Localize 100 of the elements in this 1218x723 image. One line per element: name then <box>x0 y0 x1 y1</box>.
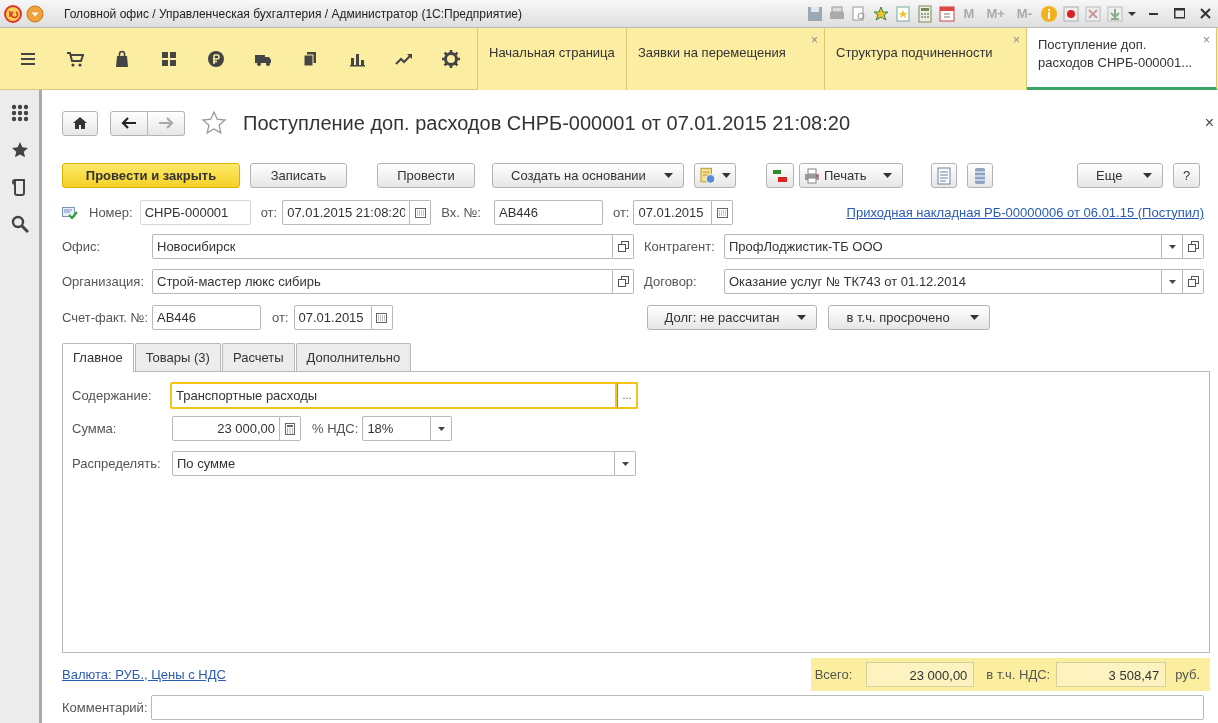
favorite-button[interactable] <box>201 110 227 136</box>
field-label: от: <box>260 203 278 222</box>
star-icon <box>201 110 227 136</box>
record-icon <box>1062 4 1080 23</box>
minimize-icon <box>1148 12 1158 15</box>
close-button[interactable]: × <box>1203 34 1210 46</box>
form-tab[interactable]: Дополнительно <box>295 343 412 371</box>
page-tab[interactable]: Начальная страница <box>478 28 627 90</box>
preview-icon <box>849 4 868 23</box>
field-label: Контрагент: <box>644 237 716 256</box>
open-window-icon <box>617 241 629 252</box>
window-title: Головной офис / Управленческая бухгалтерия / Администратор (1С:Предприятие) <box>64 5 523 23</box>
calendar-button[interactable] <box>410 200 432 225</box>
search-icon <box>10 214 29 233</box>
input-field[interactable]: Транспортные расходы <box>170 382 617 409</box>
choice-button[interactable]: ... <box>617 382 638 409</box>
open-button[interactable] <box>613 269 634 294</box>
save-icon <box>805 4 824 23</box>
grid-icon <box>159 50 178 68</box>
accounting-entries-button[interactable] <box>766 163 794 188</box>
form-tab[interactable]: Главное <box>62 343 134 372</box>
dropdown-button[interactable] <box>431 416 453 441</box>
input-field[interactable]: ПрофЛоджистик-ТБ ООО <box>724 234 1162 259</box>
bookmark-icon <box>893 4 912 23</box>
input-field[interactable]: 23 000,00 <box>172 416 280 441</box>
caret-icon <box>26 4 44 23</box>
forward-arrow-icon <box>158 115 174 131</box>
form-tab[interactable]: Товары (3) <box>134 343 221 371</box>
caret-icon <box>437 426 445 431</box>
dropdown-button[interactable] <box>615 451 636 476</box>
input-field[interactable]: АВ446 <box>152 305 261 330</box>
maximize-icon <box>1173 8 1185 19</box>
stack-icon <box>972 166 988 185</box>
caret-icon <box>621 461 629 466</box>
field-label: Вх. №: <box>441 203 481 222</box>
caret-icon <box>664 172 673 179</box>
caret-icon <box>1168 279 1176 284</box>
home-icon <box>72 115 88 131</box>
toolbar-button[interactable]: Записать <box>250 163 347 188</box>
field-label: от: <box>612 203 630 222</box>
field-label: Организация: <box>62 272 146 291</box>
input-field[interactable]: 07.01.2015 <box>293 305 372 330</box>
field-label: Договор: <box>644 272 698 291</box>
input-field[interactable]: Новосибирск <box>152 234 613 259</box>
calendar-icon <box>717 207 728 218</box>
input-field[interactable]: По сумме <box>172 451 615 476</box>
open-button[interactable] <box>1183 234 1204 259</box>
input-field[interactable]: АВ446 <box>493 200 603 225</box>
form-title: Поступление доп. расходов СНРБ-000001 от 07.01.2015 21:08:20 <box>243 111 852 136</box>
print-button[interactable]: Печать <box>799 163 903 188</box>
field-label: Комментарий: <box>62 698 149 717</box>
home-button[interactable] <box>62 110 98 136</box>
coin-icon <box>206 50 225 68</box>
page-tab[interactable]: Структура подчиненности × <box>825 28 1027 90</box>
caret-icon <box>969 314 979 321</box>
calculator-icon <box>285 422 295 435</box>
report-menu-button[interactable] <box>694 163 736 188</box>
currency-link[interactable]: Валюта: РУБ., Цены с НДС <box>62 664 226 685</box>
caret-icon <box>883 172 892 179</box>
dropdown-button[interactable]: Долг: не рассчитан <box>646 305 817 330</box>
close-button[interactable]: × <box>1204 111 1214 135</box>
input-field[interactable] <box>151 695 1204 720</box>
input-field[interactable]: Строй-мастер люкс сибирь <box>152 269 613 294</box>
input-field[interactable]: 18% <box>362 416 432 441</box>
page-tab[interactable]: Поступление доп. расходов СНРБ-000001... × <box>1027 28 1217 90</box>
open-button[interactable] <box>613 234 634 259</box>
dropdown-button[interactable] <box>1162 234 1183 259</box>
dropdown-button[interactable]: Еще <box>1077 163 1163 188</box>
page-tab[interactable]: Заявки на перемещения × <box>627 28 825 90</box>
calendar-icon <box>414 207 426 218</box>
form-tab[interactable]: Расчеты <box>221 343 295 371</box>
calculator-button[interactable] <box>280 416 301 441</box>
total-field: 23 000,00 <box>866 662 975 687</box>
calendar-button[interactable] <box>712 200 734 225</box>
calendar-icon <box>937 4 956 23</box>
open-button[interactable] <box>1183 269 1204 294</box>
primary-button[interactable]: Провести и закрыть <box>62 163 240 188</box>
back-button[interactable] <box>110 110 148 136</box>
input-field[interactable]: СНРБ-000001 <box>139 200 251 225</box>
field-label: % НДС: <box>312 419 359 438</box>
help-button[interactable]: ? <box>1173 163 1200 188</box>
toolbar-button[interactable]: Провести <box>377 163 475 188</box>
back-arrow-icon <box>121 115 137 131</box>
calendar-icon <box>376 312 387 323</box>
document-icon <box>936 166 952 185</box>
dropdown-button[interactable] <box>1162 269 1183 294</box>
caret-icon <box>1168 244 1176 249</box>
printer-icon <box>804 167 820 184</box>
field-label: Всего: <box>814 665 853 684</box>
vat-field: 3 508,47 <box>1056 662 1167 687</box>
dropdown-button[interactable]: Создать на основании <box>492 163 684 188</box>
dropdown-button[interactable]: в т.ч. просрочено <box>827 305 990 330</box>
calendar-button[interactable] <box>371 305 393 330</box>
list-button[interactable] <box>967 163 993 188</box>
field-label: в т.ч. НДС: <box>986 665 1051 684</box>
document-link[interactable]: Приходная накладная РБ-00000006 от 06.01.15 (Поступил) <box>846 202 1204 223</box>
input-field[interactable]: 07.01.2015 <box>633 200 713 225</box>
input-field[interactable]: 07.01.2015 21:08:20 <box>282 200 411 225</box>
input-field[interactable]: Оказание услуг № ТК743 от 01.12.2014 <box>724 269 1162 294</box>
field-label: от: <box>272 308 289 327</box>
